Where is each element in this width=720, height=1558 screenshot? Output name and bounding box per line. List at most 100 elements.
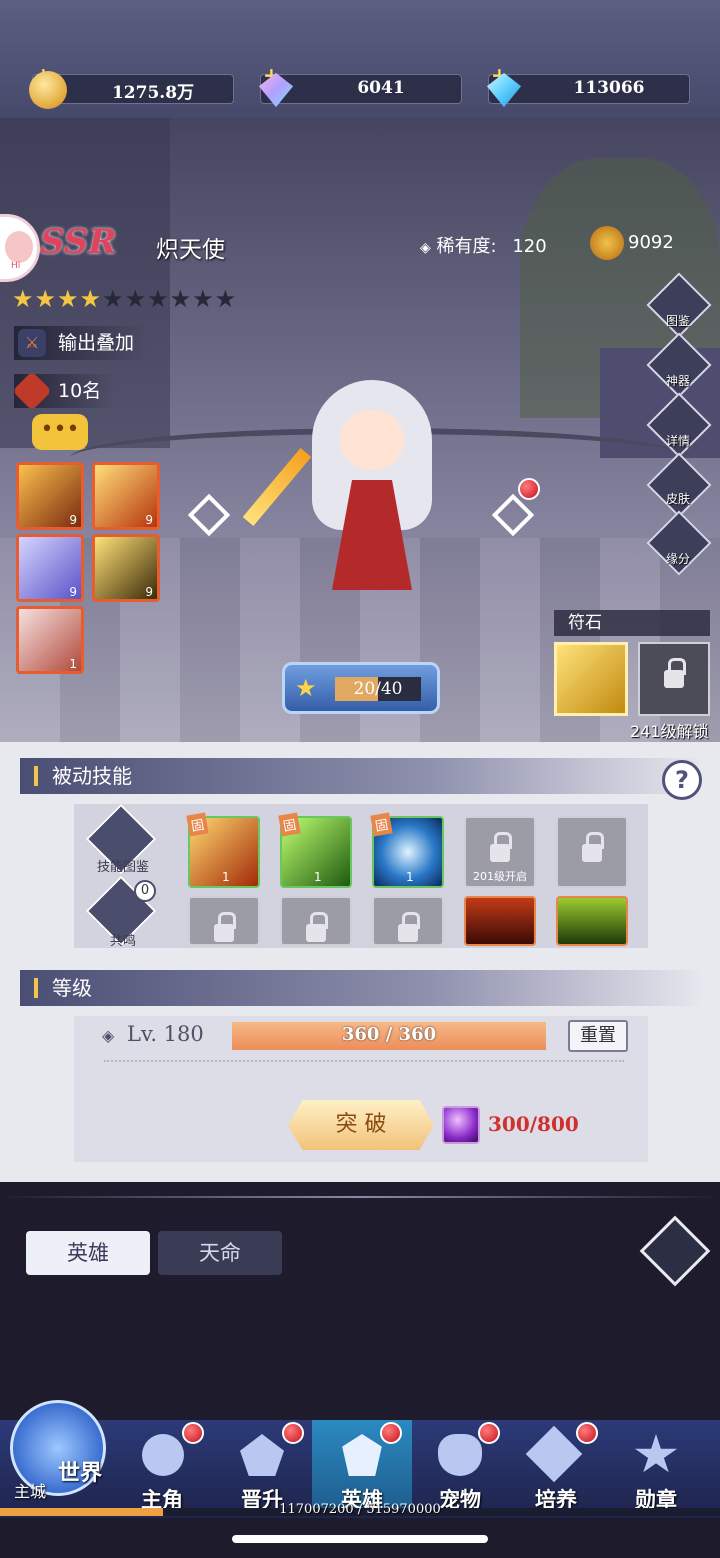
notification-dot xyxy=(182,1422,204,1444)
level-bar-text: 360 / 360 xyxy=(341,1024,437,1045)
skill-level: 1 xyxy=(69,657,77,671)
notification-dot xyxy=(576,1422,598,1444)
diamond-counter[interactable]: + 113066 xyxy=(486,63,690,108)
fixed-tag: 固 xyxy=(370,812,393,837)
diamond-bullet-icon: ◈ xyxy=(102,1026,115,1045)
fixed-tag: 固 xyxy=(186,812,209,837)
total-exp-text: 117007200 / 515970000 xyxy=(279,1502,441,1517)
protagonist-icon xyxy=(142,1434,184,1476)
notification-dot xyxy=(380,1422,402,1444)
slot-unlock-text: 201级开启 xyxy=(473,870,527,883)
role-tag: ⚔ 输出叠加 xyxy=(14,326,149,360)
rune-header: 符石 xyxy=(554,610,710,636)
star-rating: ★★★★★★★★★★ xyxy=(12,285,237,313)
crystal-value: 6041 xyxy=(357,78,405,98)
divider xyxy=(104,1060,624,1062)
skill-level: 9 xyxy=(145,513,153,527)
passive-slot-locked[interactable] xyxy=(372,896,444,946)
codex-label: 图鉴 xyxy=(665,314,690,328)
fixed-tag: 固 xyxy=(278,812,301,837)
exp-bar-frame[interactable]: ★ 20/40 xyxy=(282,662,440,714)
diamond-bullet-icon: ◈ xyxy=(420,240,431,256)
level-header: 等级 xyxy=(20,970,700,1006)
ornament-divider xyxy=(0,1196,720,1198)
reset-button[interactable]: 重置 xyxy=(568,1020,628,1052)
rank-tag: 10名 xyxy=(12,371,116,411)
home-indicator xyxy=(232,1535,488,1543)
rune-slot[interactable] xyxy=(554,642,628,716)
breakthrough-button[interactable]: 突 破 xyxy=(288,1100,434,1150)
role-label: 输出叠加 xyxy=(58,332,135,354)
skill-slot[interactable]: 9 xyxy=(92,534,160,602)
power-value: 9092 xyxy=(628,232,674,253)
passive-skill-slot[interactable] xyxy=(464,896,536,946)
notification-dot xyxy=(282,1422,304,1444)
crystal-counter[interactable]: + 6041 xyxy=(258,63,462,108)
avatar-badge: Hi xyxy=(11,261,21,271)
level-text: Lv. 180 xyxy=(127,1022,204,1046)
notification-dot xyxy=(518,478,540,500)
skill-level: 9 xyxy=(69,585,77,599)
crossed-swords-icon: ⚔ xyxy=(18,329,46,357)
resonance-count: 0 xyxy=(134,880,156,902)
pet-icon xyxy=(438,1434,482,1476)
skill-slot[interactable]: 9 xyxy=(16,462,84,530)
purple-orb-icon xyxy=(442,1106,480,1144)
crown-power-icon xyxy=(590,226,624,260)
skill-level: 9 xyxy=(145,585,153,599)
skill-slot[interactable]: 1 xyxy=(16,606,84,674)
filled-stars: ★★★★ xyxy=(12,285,103,313)
passive-skill-slot[interactable]: 固 1 xyxy=(278,812,352,888)
tab-destiny[interactable]: 天命 xyxy=(158,1231,282,1275)
main-city-label: 主城 xyxy=(14,1482,47,1501)
passive-skill-level: 1 xyxy=(222,870,230,884)
star-upgrade-icon: ★ xyxy=(295,674,317,702)
rune-unlock-text: 241级解锁 xyxy=(630,722,709,741)
artifact-label: 神器 xyxy=(665,374,690,388)
skill-slot[interactable]: 9 xyxy=(16,534,84,602)
breakthrough-cost: 300/800 xyxy=(488,1112,579,1136)
skin-label: 皮肤 xyxy=(665,492,690,506)
passive-slot-locked[interactable] xyxy=(280,896,352,946)
world-label: 世界 xyxy=(58,1461,103,1486)
skill-level: 9 xyxy=(69,513,77,527)
gold-counter[interactable]: + 1275.8万 xyxy=(29,63,234,109)
empty-stars: ★★★★★★ xyxy=(102,285,238,313)
passive-title: 被动技能 xyxy=(52,764,132,788)
tab-hero[interactable]: 英雄 xyxy=(26,1231,150,1275)
notification-dot xyxy=(478,1422,500,1444)
gold-value: 1275.8万 xyxy=(111,83,195,103)
passive-skill-slot[interactable] xyxy=(556,896,628,946)
diamond-value: 113066 xyxy=(573,78,645,98)
details-label: 详情 xyxy=(665,434,690,448)
help-button[interactable]: ? xyxy=(662,760,702,800)
level-title: 等级 xyxy=(52,976,92,1000)
rune-slot-locked[interactable] xyxy=(638,642,710,716)
passive-skill-level: 1 xyxy=(406,870,414,884)
rarity-grade: SSR xyxy=(40,222,117,262)
passive-slot-locked[interactable] xyxy=(556,816,628,888)
hero-character[interactable] xyxy=(242,370,482,620)
level-display: ◈ Lv. 180 xyxy=(102,1022,204,1046)
rarity-label: 稀有度: xyxy=(436,236,497,257)
rarity-value: 120 xyxy=(512,236,547,257)
exp-bar-text: 20/40 xyxy=(353,679,403,699)
resonance-label: 共鸣 xyxy=(109,934,136,949)
rank-label: 10名 xyxy=(58,380,102,402)
skill-slot[interactable]: 9 xyxy=(92,462,160,530)
rarity-info: ◈ 稀有度: 120 xyxy=(420,232,547,258)
passive-skill-slot[interactable]: 固 1 xyxy=(370,812,444,888)
gold-coin-icon xyxy=(29,71,67,109)
flame-icon xyxy=(12,371,52,411)
bond-label: 缘分 xyxy=(665,552,690,566)
hero-name: 炽天使 xyxy=(156,237,225,263)
passive-skills-header: 被动技能 xyxy=(20,758,700,794)
chat-bubble-icon[interactable]: ••• xyxy=(32,414,88,450)
passive-skill-level: 1 xyxy=(314,870,322,884)
skill-codex-label: 技能图鉴 xyxy=(96,860,149,875)
rune-title: 符石 xyxy=(568,613,602,633)
hero-face xyxy=(340,410,404,470)
passive-slot-locked[interactable] xyxy=(188,896,260,946)
passive-skill-slot[interactable]: 固 1 xyxy=(186,812,260,888)
passive-slot-locked[interactable]: 201级开启 xyxy=(464,816,536,888)
